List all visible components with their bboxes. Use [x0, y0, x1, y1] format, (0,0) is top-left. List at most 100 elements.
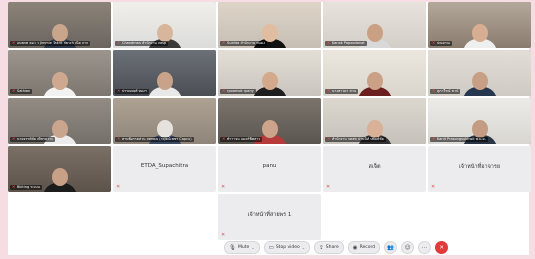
participant-name-tag: ✕ อนพกท คอว ว Jimmie Takrit Yanch เน็ต จา… [10, 41, 91, 46]
participant-tile[interactable]: ✕ Kanit Prasongsukhwit พ.ม.ย. [428, 98, 531, 144]
participant-head [51, 24, 68, 42]
chat-button[interactable]: ☺ [401, 241, 415, 254]
participant-head [156, 120, 173, 138]
grid-spacer [113, 194, 216, 240]
participant-head [51, 168, 68, 186]
participant-tile[interactable]: สเจ็ต ✕ [323, 146, 426, 192]
participant-figure [42, 72, 77, 96]
share-button[interactable]: ⇪ Share [314, 241, 344, 254]
participant-tile[interactable]: เจ้าหน้าที่สายพร 1 ✕ [218, 194, 321, 240]
participant-name: สเจ็ต [368, 164, 381, 170]
participant-tile[interactable]: ✕ Chandman สำนักงาน vasp [113, 2, 216, 48]
participant-tile[interactable]: ✕ ทำาาจน แมคร์พิศสาว [218, 98, 321, 144]
mic-muted-icon: ✕ [116, 184, 121, 190]
more-button[interactable]: ⋯ [418, 241, 432, 254]
grid-spacer [8, 194, 111, 240]
participant-name-tag: ✕ Sathian [10, 89, 33, 94]
mic-muted-icon: ✕ [12, 41, 16, 45]
participant-head [471, 72, 488, 90]
participant-tile[interactable]: ✕ Sukitta สำนักงาน หนดง [218, 2, 321, 48]
participant-head [261, 24, 278, 42]
participant-head [261, 120, 278, 138]
microphone-icon: 🎙 [229, 244, 236, 251]
chat-icon: ☺ [404, 244, 411, 251]
participant-tile[interactable]: เจ้าหน้าที่อาจารย ✕ [428, 146, 531, 192]
leave-icon: ✕ [439, 244, 444, 251]
stop-video-label: Stop video [275, 245, 300, 250]
participant-tile[interactable]: ✕ Bkiting ระเบน [8, 146, 111, 192]
participant-tile[interactable]: ✕ rpoamok rpany [218, 50, 321, 96]
participant-tile[interactable]: ✕ ปรรณพงศ์ ทองฯ [113, 50, 216, 96]
participant-tile[interactable]: ✕ นายจรรค์ชัย เพ็ชรสว่าง [8, 98, 111, 144]
participant-head [261, 72, 278, 90]
participant-tile[interactable]: ✕ ปณยาณ [428, 2, 531, 48]
mic-muted-icon: ✕ [222, 41, 226, 45]
participant-name-tag: ✕ สุภาวีรณ์ ชาน์ [430, 89, 461, 94]
record-icon: ◉ [352, 244, 358, 251]
participant-head [366, 72, 383, 90]
participant-tile[interactable]: ✕ สุภาวีรณ์ ชาน์ [428, 50, 531, 96]
participant-tile[interactable]: ✕ อนพกท คอว ว Jimmie Takrit Yanch เน็ต จา… [8, 2, 111, 48]
participant-name: panu [262, 163, 277, 169]
participant-name-tag: ✕ rpoamok rpany [220, 89, 256, 94]
participant-figure [42, 168, 77, 192]
share-screen-icon: ⇪ [319, 244, 324, 251]
participant-head [366, 120, 383, 138]
record-label: Record [359, 245, 376, 250]
participant-head [51, 72, 68, 90]
record-button[interactable]: ◉ Record [347, 241, 381, 254]
participant-tile[interactable]: ✕ Sathian [8, 50, 111, 96]
participant-name: ETDA_Supachitra [140, 163, 189, 169]
mic-muted-icon: ✕ [327, 137, 331, 141]
participant-figure [462, 72, 497, 96]
more-icon: ⋯ [421, 244, 428, 251]
participant-tile[interactable]: panu ✕ [218, 146, 321, 192]
participant-name: ทำาาจน แมคร์พิศสาว [227, 137, 261, 141]
mic-muted-icon: ✕ [432, 137, 436, 141]
participant-tile[interactable]: ✕ สำนักงาน กคสท ปานนิ์ห์ ปพัมห์ชัย [323, 98, 426, 144]
participant-name-tag: ✕ Bkiting ระเบน [10, 185, 42, 190]
participants-button[interactable]: 👥 [384, 241, 398, 254]
participant-tile[interactable]: ✕ สานพ้อรรคส่วน สคทคน (กฤษณ์เพชร Capcu) [113, 98, 216, 144]
mic-muted-icon: ✕ [12, 137, 16, 141]
participant-name: Sathian [17, 89, 31, 93]
mic-muted-icon: ✕ [221, 184, 226, 190]
mic-muted-icon: ✕ [431, 184, 436, 190]
mute-label: Mute [237, 245, 250, 250]
participant-name: Bkiting ระเบน [17, 185, 40, 189]
mic-muted-icon: ✕ [432, 89, 436, 93]
chevron-down-icon: ⌄ [251, 245, 255, 250]
participant-name: เจ้าหน้าที่สายพร 1 [247, 212, 292, 218]
participant-name-tag: ✕ Sukitta สำนักงาน หนดง [220, 41, 267, 46]
participant-name: Chandman สำนักงาน vasp [122, 41, 167, 45]
participant-tile[interactable]: ✕ นางสาวดา สวน [323, 50, 426, 96]
people-icon: 👥 [387, 244, 395, 251]
participant-name: สำนักงาน กคสท ปานนิ์ห์ ปพัมห์ชัย [332, 137, 384, 141]
participant-name-tag: ✕ สานพ้อรรคส่วน สคทคน (กฤษณ์เพชร Capcu) [115, 137, 194, 142]
participant-name-tag: ✕ ปณยาณ [430, 41, 452, 46]
participant-name-tag: ✕ Kanit Prasongsukhwit พ.ม.ย. [430, 137, 488, 142]
participant-name-tag: ✕ ปรรณพงศ์ ทองฯ [115, 89, 149, 94]
participant-head [156, 72, 173, 90]
participant-name: เจ้าหน้าที่อาจารย [458, 164, 501, 170]
participant-tile[interactable]: ETDA_Supachitra ✕ [113, 146, 216, 192]
mute-button[interactable]: 🎙 Mute ⌄ [224, 241, 260, 254]
participant-head [156, 24, 173, 42]
mic-muted-icon: ✕ [432, 41, 436, 45]
participant-tile[interactable]: ✕ Kanok Papoodanat [323, 2, 426, 48]
leave-button[interactable]: ✕ [435, 241, 449, 254]
mic-muted-icon: ✕ [327, 41, 331, 45]
mic-muted-icon: ✕ [327, 89, 331, 93]
mic-muted-icon: ✕ [221, 232, 226, 238]
mic-muted-icon: ✕ [12, 185, 16, 189]
participant-name-tag: ✕ ทำาาจน แมคร์พิศสาว [220, 137, 263, 142]
participant-figure [462, 24, 497, 48]
meeting-toolbar: 🎙 Mute ⌄ ▭ Stop video ⌄ ⇪ Share ◉ Record… [224, 241, 449, 254]
stop-video-button[interactable]: ▭ Stop video ⌄ [263, 241, 311, 254]
mic-muted-icon: ✕ [326, 184, 331, 190]
participant-figure [147, 72, 182, 96]
participant-name-tag: ✕ นางสาวดา สวน [325, 89, 358, 94]
participant-name-tag: ✕ นายจรรค์ชัย เพ็ชรสว่าง [10, 137, 55, 142]
chevron-down-icon: ⌄ [301, 245, 306, 250]
meeting-stage: ✕ อนพกท คอว ว Jimmie Takrit Yanch เน็ต จา… [8, 2, 531, 255]
